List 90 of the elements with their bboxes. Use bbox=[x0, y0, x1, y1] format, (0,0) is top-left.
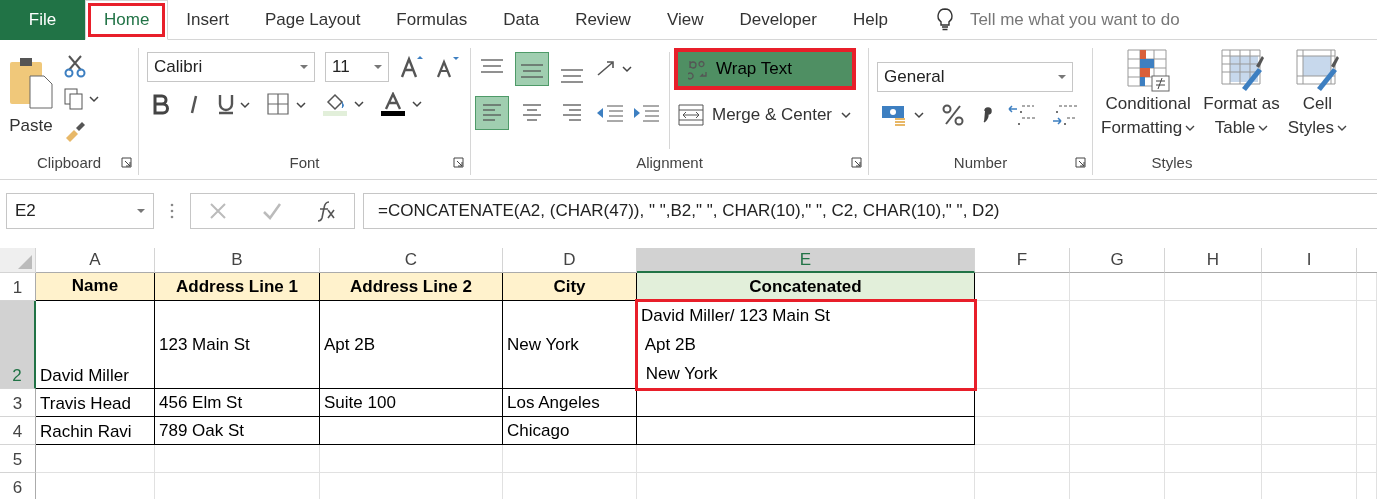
ribbon-tab[interactable]: Insert bbox=[168, 0, 247, 40]
row-header[interactable]: 4 bbox=[0, 417, 36, 445]
ribbon-tab[interactable]: View bbox=[648, 0, 722, 40]
table-cell: 789 Oak St bbox=[155, 417, 320, 445]
caret-icon bbox=[1258, 124, 1269, 132]
row-header[interactable]: 2 bbox=[0, 301, 36, 389]
formula-field[interactable]: =CONCATENATE(A2, (CHAR(47)), " ",B2," ", CHAR(10)," ", C2, CHAR(10)," ", D2) bbox=[363, 193, 1377, 229]
triangle-icon bbox=[18, 255, 32, 269]
empty-cell bbox=[1357, 417, 1377, 445]
fill-color-icon[interactable] bbox=[323, 92, 367, 116]
table-cell: Suite 100 bbox=[320, 389, 503, 417]
group-label: Number bbox=[953, 153, 1008, 171]
lightbulb-icon bbox=[935, 7, 954, 32]
group-label: Styles bbox=[1151, 153, 1193, 171]
empty-cell bbox=[1357, 389, 1377, 417]
empty-cell bbox=[1357, 445, 1377, 473]
column-header[interactable]: I bbox=[1262, 248, 1357, 273]
ribbon-tab[interactable]: Home bbox=[85, 0, 169, 40]
ribbon-tab[interactable]: Data bbox=[485, 0, 558, 40]
group-label: Alignment bbox=[636, 153, 703, 171]
increase-decimal-icon[interactable] bbox=[1007, 102, 1037, 128]
column-header[interactable]: H bbox=[1165, 248, 1262, 273]
name-box[interactable]: E2 bbox=[6, 193, 154, 229]
row-header[interactable]: 5 bbox=[0, 445, 36, 473]
merge-center-button[interactable]: Merge & Center bbox=[678, 104, 852, 126]
copy-icon[interactable] bbox=[64, 88, 100, 110]
ribbon-tab[interactable]: Developer bbox=[721, 0, 835, 40]
column-header[interactable]: B bbox=[155, 248, 320, 273]
styles-button[interactable]: Conditional Formatting bbox=[1097, 48, 1200, 149]
table-cell: David Miller bbox=[36, 301, 155, 389]
column-title-cell: Name bbox=[36, 273, 155, 301]
table-cell: Travis Head bbox=[36, 389, 155, 417]
file-tab[interactable]: File bbox=[0, 0, 85, 40]
font-color-icon[interactable] bbox=[381, 92, 425, 116]
wrap-text-icon bbox=[688, 58, 710, 80]
more-options-icon bbox=[170, 202, 174, 220]
increase-font-size-icon[interactable] bbox=[399, 55, 425, 79]
paste-button[interactable]: Paste bbox=[8, 52, 54, 149]
group-label: Clipboard bbox=[36, 153, 102, 171]
styles-button[interactable]: Cell Styles bbox=[1283, 48, 1352, 149]
cell-styles-icon bbox=[1295, 48, 1340, 92]
conditional-formatting-icon bbox=[1126, 48, 1171, 92]
format-table-icon bbox=[1219, 48, 1264, 92]
number-format-dropdown[interactable]: General bbox=[877, 62, 1073, 92]
function-icon[interactable] bbox=[316, 200, 337, 222]
ribbon-tab[interactable]: Page Layout bbox=[246, 0, 379, 40]
column-header[interactable]: D bbox=[503, 248, 637, 273]
column-title-cell: Address Line 1 bbox=[155, 273, 320, 301]
bold-icon[interactable] bbox=[151, 93, 171, 115]
percent-icon[interactable] bbox=[941, 103, 965, 127]
table-cell: Apt 2B bbox=[320, 301, 503, 389]
table-cell: David Miller/ 123 Main St Apt 2B New York bbox=[637, 301, 975, 389]
currency-icon[interactable] bbox=[881, 103, 927, 127]
table-cell: Rachin Ravi bbox=[36, 417, 155, 445]
row-header[interactable]: 6 bbox=[0, 473, 36, 499]
dialog-launcher-icon[interactable] bbox=[121, 157, 132, 168]
dialog-launcher-icon[interactable] bbox=[453, 157, 464, 168]
ribbon-tab[interactable]: Formulas bbox=[378, 0, 486, 40]
font-size-dropdown[interactable]: 11 bbox=[325, 52, 389, 82]
styles-button[interactable]: Format as Table bbox=[1199, 48, 1284, 149]
ribbon-tab[interactable]: Review bbox=[557, 0, 649, 40]
column-title-cell: City bbox=[503, 273, 637, 301]
column-header[interactable]: F bbox=[975, 248, 1070, 273]
merge-cells-icon bbox=[678, 104, 704, 126]
checkmark-icon[interactable] bbox=[261, 202, 282, 220]
group-label: Font bbox=[289, 153, 320, 171]
dialog-launcher-icon[interactable] bbox=[851, 157, 862, 168]
caret-icon bbox=[1337, 124, 1348, 132]
row-header[interactable]: 3 bbox=[0, 389, 36, 417]
column-title-cell: Concatenated bbox=[637, 273, 975, 301]
table-cell: 456 Elm St bbox=[155, 389, 320, 417]
table-cell: 123 Main St bbox=[155, 301, 320, 389]
table-cell: Los Angeles bbox=[503, 389, 637, 417]
scissors-icon[interactable] bbox=[64, 54, 86, 78]
column-header[interactable]: E bbox=[637, 248, 975, 273]
ribbon-tab[interactable]: Help bbox=[834, 0, 906, 40]
column-header[interactable]: G bbox=[1070, 248, 1165, 273]
table-cell: New York bbox=[503, 301, 637, 389]
column-header[interactable]: C bbox=[320, 248, 503, 273]
font-name-dropdown[interactable]: Calibri bbox=[147, 52, 315, 82]
borders-icon[interactable] bbox=[267, 93, 309, 115]
column-title-cell: Address Line 2 bbox=[320, 273, 503, 301]
decrease-font-size-icon[interactable] bbox=[435, 55, 461, 79]
dialog-launcher-icon[interactable] bbox=[1075, 157, 1086, 168]
brush-icon[interactable] bbox=[64, 120, 86, 142]
caret-icon bbox=[840, 111, 852, 119]
underline-icon[interactable] bbox=[217, 93, 253, 115]
column-header[interactable]: A bbox=[36, 248, 155, 273]
table-cell: Chicago bbox=[503, 417, 637, 445]
caret-icon bbox=[1185, 124, 1196, 132]
